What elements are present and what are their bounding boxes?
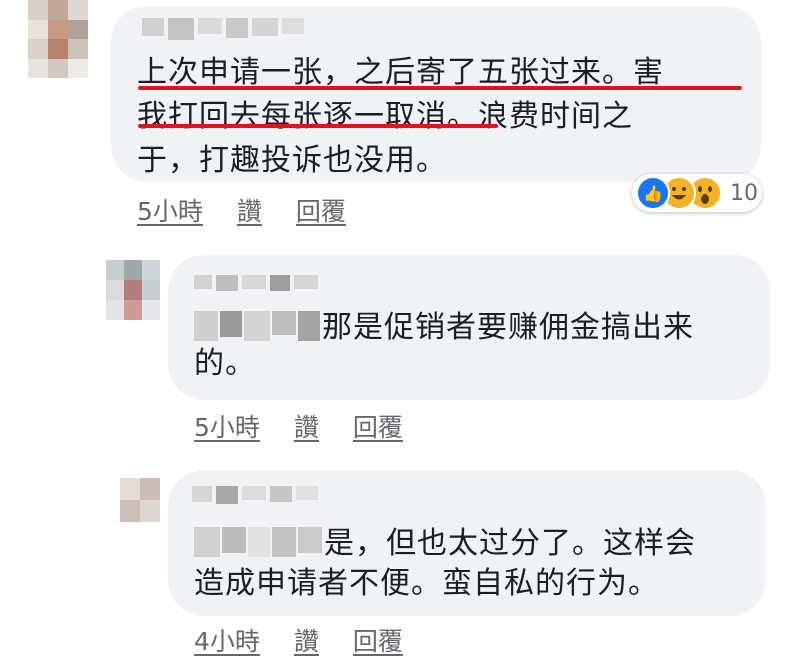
comment-text: 我打回去每张逐一取消。浪费时间之 [137, 99, 633, 134]
commenter-name[interactable] [192, 486, 318, 504]
reply-button[interactable]: 回覆 [353, 408, 403, 444]
commenter-name[interactable] [142, 18, 304, 40]
comment-text: 于，打趣投诉也没用。 [137, 143, 447, 178]
avatar[interactable] [106, 260, 160, 320]
redacted-mention [194, 311, 320, 341]
comment-text: 造成申请者不便。蛮自私的行为。 [194, 566, 659, 601]
reaction-count: 10 [730, 180, 758, 206]
comment-text: 的。 [194, 346, 256, 381]
reply-button[interactable]: 回覆 [296, 192, 346, 228]
like-icon: 👍 [636, 176, 670, 210]
avatar[interactable] [28, 0, 88, 78]
comment-text-line: 是，但也太过分了。这样会 [324, 526, 696, 561]
commenter-name[interactable] [194, 275, 318, 291]
comment-actions: 5小時 讚 回覆 [137, 192, 346, 228]
comment-text: 是，但也太过分了。这样会 [194, 522, 696, 566]
comment-text-line: 那是促销者要赚佣金搞出来 [322, 310, 694, 345]
avatar[interactable] [120, 478, 160, 522]
like-button[interactable]: 讚 [294, 408, 319, 444]
like-button[interactable]: 讚 [237, 192, 262, 228]
highlight-underline [138, 86, 742, 90]
timestamp-link[interactable]: 5小時 [194, 408, 260, 444]
comment-actions: 5小時 讚 回覆 [194, 408, 403, 444]
redacted-mention [194, 527, 322, 557]
comment-text: 那是促销者要赚佣金搞出来 [194, 306, 694, 350]
reactions-summary[interactable]: 👍 10 [632, 174, 762, 212]
timestamp-link[interactable]: 5小時 [137, 192, 203, 228]
highlight-underline [138, 124, 498, 128]
